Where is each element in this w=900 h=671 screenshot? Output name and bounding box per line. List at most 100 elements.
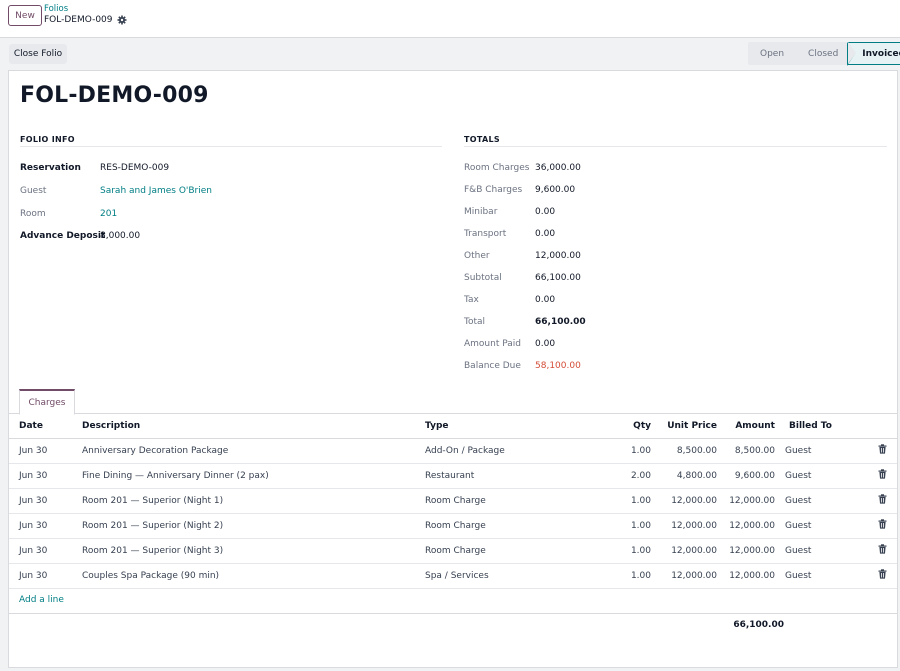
amount-paid-value: 0.00	[535, 339, 556, 349]
cell-unit-price[interactable]: 8,500.00	[651, 438, 717, 464]
cell-date[interactable]: Jun 30	[9, 538, 82, 564]
cell-amount[interactable]: 8,500.00	[717, 438, 775, 464]
delete-cell	[845, 488, 897, 514]
room-link[interactable]: 201	[100, 209, 117, 219]
field-label: Minibar	[464, 207, 498, 217]
cell-description[interactable]: Anniversary Decoration Package	[82, 438, 425, 464]
totals-divider	[464, 146, 887, 147]
cell-description[interactable]: Room 201 — Superior (Night 2)	[82, 513, 425, 539]
delete-cell	[845, 563, 897, 589]
breadcrumb-current: FOL-DEMO-009	[44, 15, 127, 25]
cell-qty[interactable]: 1.00	[595, 563, 651, 589]
delete-cell	[845, 438, 897, 464]
cell-description[interactable]: Room 201 — Superior (Night 1)	[82, 488, 425, 514]
notebook-tabs: Charges	[9, 387, 897, 415]
cell-amount[interactable]: 12,000.00	[717, 513, 775, 539]
subtotal-value: 66,100.00	[535, 273, 581, 283]
cell-amount[interactable]: 12,000.00	[717, 538, 775, 564]
cell-billed-to[interactable]: Guest	[775, 488, 845, 514]
table-row[interactable]: Jun 30 Room 201 — Superior (Night 3) Room …	[9, 538, 897, 564]
table-row[interactable]: Jun 30 Anniversary Decoration Package Add-…	[9, 438, 897, 464]
cell-billed-to[interactable]: Guest	[775, 438, 845, 464]
breadcrumb-current-label: FOL-DEMO-009	[44, 15, 113, 25]
field-label: Room Charges	[464, 163, 530, 173]
cell-qty[interactable]: 1.00	[595, 513, 651, 539]
cell-type[interactable]: Spa / Services	[425, 563, 595, 589]
cell-date[interactable]: Jun 30	[9, 513, 82, 539]
cell-billed-to[interactable]: Guest	[775, 563, 845, 589]
cell-description[interactable]: Couples Spa Package (90 min)	[82, 563, 425, 589]
table-header-row: Date Description Type Qty Unit Price Amo…	[9, 414, 897, 439]
advance-deposit-value: 8,000.00	[100, 231, 141, 241]
column-header-amount[interactable]: Amount	[717, 414, 775, 439]
add-line-link[interactable]: Add a line	[19, 595, 64, 605]
cell-billed-to[interactable]: Guest	[775, 513, 845, 539]
field-label: Amount Paid	[464, 339, 521, 349]
folio-info-heading: FOLIO INFO	[20, 135, 75, 144]
cell-type[interactable]: Restaurant	[425, 463, 595, 489]
cell-amount[interactable]: 12,000.00	[717, 488, 775, 514]
balance-due-value: 58,100.00	[535, 361, 581, 371]
cell-amount[interactable]: 12,000.00	[717, 563, 775, 589]
cell-unit-price[interactable]: 4,800.00	[651, 463, 717, 489]
table-row[interactable]: Jun 30 Fine Dining — Anniversary Dinner (…	[9, 463, 897, 489]
cell-date[interactable]: Jun 30	[9, 463, 82, 489]
cell-type[interactable]: Room Charge	[425, 513, 595, 539]
minibar-value: 0.00	[535, 207, 556, 217]
cell-type[interactable]: Room Charge	[425, 488, 595, 514]
field-label: Reservation	[20, 163, 81, 173]
tax-value: 0.00	[535, 295, 556, 305]
cell-billed-to[interactable]: Guest	[775, 538, 845, 564]
cell-qty[interactable]: 1.00	[595, 438, 651, 464]
close-folio-button[interactable]: Close Folio	[9, 44, 67, 64]
cell-date[interactable]: Jun 30	[9, 438, 82, 464]
folio-info-divider	[20, 146, 442, 147]
cell-description[interactable]: Room 201 — Superior (Night 3)	[82, 538, 425, 564]
cell-qty[interactable]: 1.00	[595, 538, 651, 564]
column-header-date[interactable]: Date	[9, 414, 82, 439]
table-row[interactable]: Jun 30 Couples Spa Package (90 min) Spa / …	[9, 563, 897, 589]
breadcrumb-folios-link[interactable]: Folios	[44, 4, 68, 14]
table-row[interactable]: Jun 30 Room 201 — Superior (Night 1) Room …	[9, 488, 897, 514]
cell-unit-price[interactable]: 12,000.00	[651, 563, 717, 589]
cell-unit-price[interactable]: 12,000.00	[651, 513, 717, 539]
control-panel: New Folios FOL-DEMO-009	[0, 0, 900, 38]
new-button[interactable]: New	[8, 5, 42, 26]
cell-type[interactable]: Room Charge	[425, 538, 595, 564]
cell-date[interactable]: Jun 30	[9, 488, 82, 514]
field-label: Total	[464, 317, 486, 327]
trash-icon[interactable]	[878, 494, 887, 504]
delete-cell	[845, 463, 897, 489]
other-value: 12,000.00	[535, 251, 581, 261]
trash-icon[interactable]	[878, 469, 887, 479]
column-header-type[interactable]: Type	[425, 414, 595, 439]
cell-qty[interactable]: 2.00	[595, 463, 651, 489]
cell-unit-price[interactable]: 12,000.00	[651, 488, 717, 514]
guest-link[interactable]: Sarah and James O'Brien	[100, 186, 212, 196]
column-header-qty[interactable]: Qty	[595, 414, 651, 439]
cell-qty[interactable]: 1.00	[595, 488, 651, 514]
stage-open[interactable]: Open	[748, 42, 803, 65]
column-header-billed-to[interactable]: Billed To	[775, 414, 845, 439]
gear-icon[interactable]	[117, 15, 127, 25]
tab-charges[interactable]: Charges	[19, 389, 75, 415]
cell-date[interactable]: Jun 30	[9, 563, 82, 589]
cell-description[interactable]: Fine Dining — Anniversary Dinner (2 pax)	[82, 463, 425, 489]
table-row[interactable]: Jun 30 Room 201 — Superior (Night 2) Room …	[9, 513, 897, 539]
column-header-unit-price[interactable]: Unit Price	[651, 414, 717, 439]
reservation-value: RES-DEMO-009	[100, 163, 170, 173]
cell-unit-price[interactable]: 12,000.00	[651, 538, 717, 564]
trash-icon[interactable]	[878, 519, 887, 529]
fb-charges-value: 9,600.00	[535, 185, 576, 195]
trash-icon[interactable]	[878, 544, 887, 554]
trash-icon[interactable]	[878, 444, 887, 454]
column-header-description[interactable]: Description	[82, 414, 425, 439]
cell-type[interactable]: Add-On / Package	[425, 438, 595, 464]
field-label: Transport	[464, 229, 507, 239]
cell-billed-to[interactable]: Guest	[775, 463, 845, 489]
cell-amount[interactable]: 9,600.00	[717, 463, 775, 489]
trash-icon[interactable]	[878, 569, 887, 579]
field-label: Advance Deposit	[20, 231, 106, 241]
stage-closed[interactable]: Closed	[794, 42, 857, 65]
field-label: Subtotal	[464, 273, 502, 283]
